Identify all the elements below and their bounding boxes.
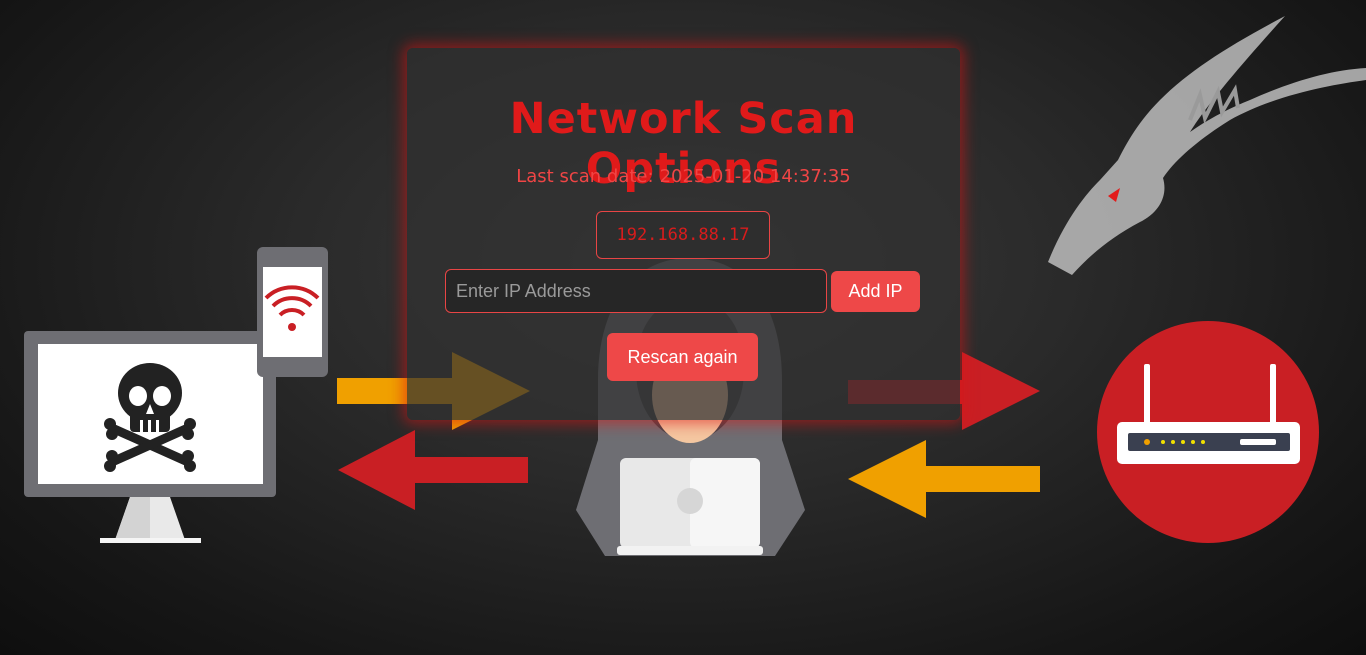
wifi-phone-icon	[257, 247, 328, 377]
rescan-button[interactable]: Rescan again	[607, 333, 758, 381]
last-scan-date: Last scan date: 2025-01-20 14:37:35	[407, 166, 960, 188]
network-scan-panel: Network Scan Options Last scan date: 2025…	[407, 48, 960, 420]
ip-address-input[interactable]	[445, 269, 827, 313]
router-icon	[1097, 321, 1319, 543]
red-arrow-left	[338, 430, 528, 510]
add-ip-button[interactable]: Add IP	[831, 271, 920, 312]
last-scan-label: Last scan date:	[516, 166, 654, 187]
dragon-logo	[1048, 16, 1366, 275]
skull-monitor-icon	[24, 331, 276, 543]
last-scan-value: 2025-01-20 14:37:35	[659, 166, 851, 187]
current-ip-badge[interactable]: 192.168.88.17	[596, 211, 770, 259]
orange-arrow-left	[848, 440, 1040, 518]
